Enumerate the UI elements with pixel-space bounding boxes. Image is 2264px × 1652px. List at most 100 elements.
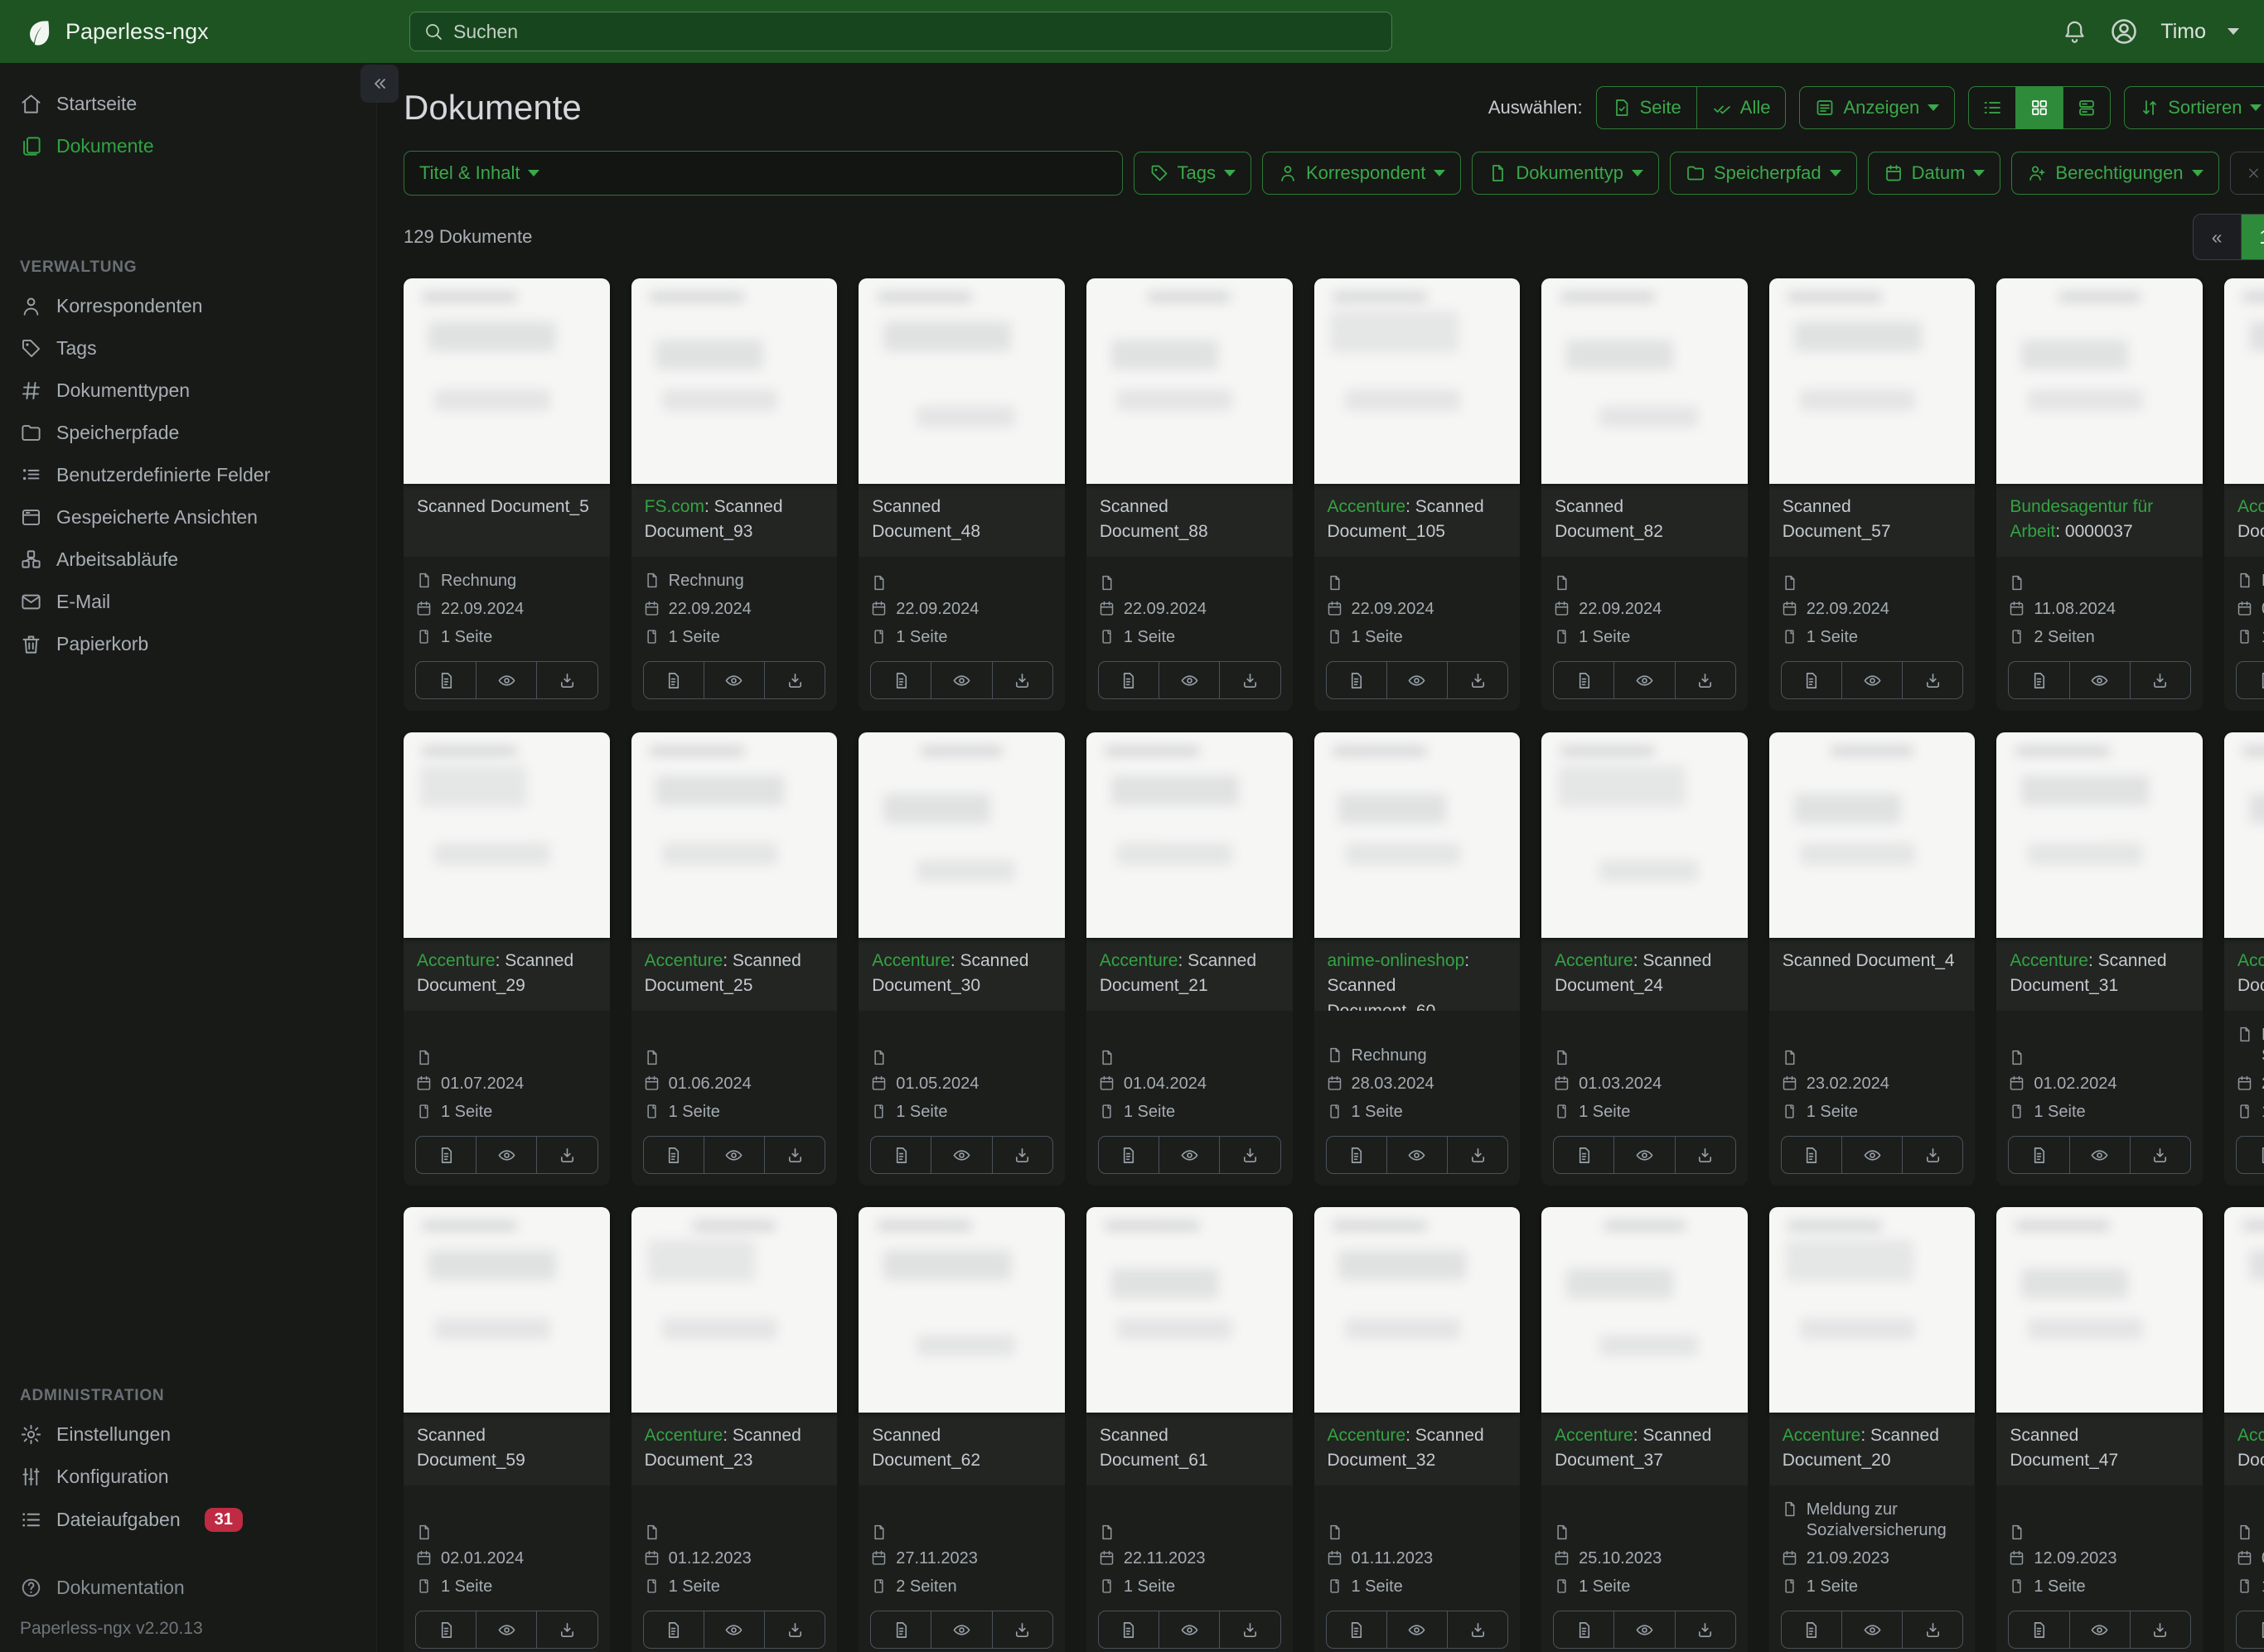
document-thumbnail[interactable]: [859, 278, 1065, 484]
document-title[interactable]: Accenture: Scanned Document_96: [2224, 484, 2264, 557]
document-title[interactable]: Scanned Document_62: [859, 1413, 1065, 1485]
sidebar-item-speicherpfade[interactable]: Speicherpfade: [0, 412, 376, 454]
document-thumbnail[interactable]: [1768, 1207, 1976, 1413]
document-title[interactable]: FS.com: Scanned Document_93: [631, 484, 838, 557]
pagination-prev[interactable]: «: [2194, 215, 2241, 259]
preview-button[interactable]: [476, 1611, 536, 1648]
preview-button[interactable]: [703, 662, 764, 698]
document-title[interactable]: Scanned Document_59: [404, 1413, 610, 1485]
details-button[interactable]: [416, 1137, 476, 1173]
download-button[interactable]: [991, 1137, 1052, 1173]
document-title[interactable]: Scanned Document_88: [1086, 484, 1293, 557]
document-thumbnail[interactable]: [2224, 1207, 2264, 1413]
document-thumbnail[interactable]: [1541, 1207, 1748, 1413]
sidebar-item-startseite[interactable]: Startseite: [0, 83, 376, 125]
search-input[interactable]: [453, 20, 1378, 43]
details-button[interactable]: [416, 662, 476, 698]
preview-button[interactable]: [476, 662, 536, 698]
download-button[interactable]: [1219, 1611, 1280, 1648]
preview-button[interactable]: [703, 1611, 764, 1648]
details-button[interactable]: [871, 662, 931, 698]
preview-button[interactable]: [1159, 1611, 1219, 1648]
download-button[interactable]: [1219, 1137, 1280, 1173]
correspondent-link[interactable]: Accenture: [1328, 497, 1406, 516]
document-card[interactable]: Accenture: Scanned Document_29 01.07.202…: [404, 732, 610, 1186]
document-title[interactable]: Accenture: Scanned Document_37: [1541, 1413, 1748, 1485]
document-thumbnail[interactable]: [1313, 278, 1521, 484]
details-button[interactable]: [1782, 1137, 1841, 1173]
details-button[interactable]: [2237, 662, 2264, 698]
correspondent-link[interactable]: Accenture: [417, 951, 496, 970]
date-filter-dropdown[interactable]: Datum: [1867, 152, 2001, 195]
preview-button[interactable]: [1159, 1137, 1219, 1173]
download-button[interactable]: [536, 1137, 597, 1173]
document-card[interactable]: Accenture: Scanned Document_24 01.03.202…: [1541, 732, 1748, 1186]
preview-button[interactable]: [1159, 662, 1219, 698]
preview-button[interactable]: [931, 1137, 991, 1173]
details-button[interactable]: [1782, 662, 1841, 698]
document-thumbnail[interactable]: [1086, 1207, 1293, 1413]
download-button[interactable]: [2129, 1137, 2190, 1173]
download-button[interactable]: [1674, 662, 1735, 698]
correspondent-link[interactable]: Accenture: [1328, 1426, 1406, 1445]
document-title[interactable]: Scanned Document_57: [1768, 484, 1976, 557]
document-title[interactable]: Accenture: Scanned Document_31: [1996, 938, 2203, 1011]
sidebar-item-tags[interactable]: Tags: [0, 327, 376, 370]
correspondent-link[interactable]: Accenture: [2010, 951, 2088, 970]
download-button[interactable]: [536, 662, 597, 698]
preview-button[interactable]: [1841, 1611, 1902, 1648]
download-button[interactable]: [764, 1611, 825, 1648]
document-title[interactable]: Accenture: Scanned Document_32: [1313, 1413, 1521, 1485]
document-title[interactable]: Accenture: Scanned Document_25: [631, 938, 838, 1011]
select-all-button[interactable]: Alle: [1696, 86, 1787, 129]
document-card[interactable]: Accenture: Scanned Document_22 01.09.202…: [2224, 1207, 2264, 1652]
preview-button[interactable]: [1613, 1137, 1674, 1173]
details-button[interactable]: [1327, 1137, 1386, 1173]
details-button[interactable]: [1554, 662, 1613, 698]
preview-button[interactable]: [931, 1611, 991, 1648]
details-button[interactable]: [644, 1611, 704, 1648]
document-card[interactable]: Scanned Document_5 Rechnung 22.09.2024 1…: [404, 278, 610, 711]
preview-button[interactable]: [476, 1137, 536, 1173]
details-button[interactable]: [644, 1137, 704, 1173]
details-button[interactable]: [2009, 1611, 2068, 1648]
document-thumbnail[interactable]: [404, 278, 610, 484]
download-button[interactable]: [764, 1137, 825, 1173]
document-title[interactable]: Accenture: Scanned Document_105: [1313, 484, 1521, 557]
document-thumbnail[interactable]: [1996, 278, 2203, 484]
details-button[interactable]: [1327, 662, 1386, 698]
user-avatar-icon[interactable]: [2109, 17, 2139, 46]
document-card[interactable]: Accenture: Scanned Document_21 01.04.202…: [1086, 732, 1293, 1186]
sidebar-item-dokumentation[interactable]: Dokumentation: [0, 1567, 376, 1609]
document-type-filter-dropdown[interactable]: Dokumenttyp: [1472, 152, 1659, 195]
document-title[interactable]: Scanned Document_47: [1996, 1413, 2203, 1485]
detail-view-button[interactable]: [2063, 86, 2112, 129]
document-title[interactable]: Accenture: Scanned Document_24: [1541, 938, 1748, 1011]
sidebar-item-arbeitsablaeufe[interactable]: Arbeitsabläufe: [0, 539, 376, 581]
correspondent-link[interactable]: Accenture: [645, 1426, 723, 1445]
correspondent-link[interactable]: Accenture: [1555, 1426, 1633, 1445]
sidebar-item-korrespondenten[interactable]: Korrespondenten: [0, 285, 376, 327]
document-card[interactable]: anime-onlineshop: Scanned Document_60 Re…: [1313, 732, 1521, 1186]
download-button[interactable]: [2129, 662, 2190, 698]
document-card[interactable]: Accenture: Scanned Document_105 22.09.20…: [1313, 278, 1521, 711]
document-card[interactable]: Scanned Document_61 22.11.2023 1 Seite: [1086, 1207, 1293, 1652]
document-thumbnail[interactable]: [1768, 278, 1976, 484]
details-button[interactable]: [1327, 1611, 1386, 1648]
download-button[interactable]: [1902, 1611, 1962, 1648]
sidebar-item-dokumenttypen[interactable]: Dokumenttypen: [0, 370, 376, 412]
preview-button[interactable]: [1613, 1611, 1674, 1648]
document-title[interactable]: Scanned Document_48: [859, 484, 1065, 557]
sidebar-item-einstellungen[interactable]: Einstellungen: [0, 1413, 376, 1456]
search-field-selector[interactable]: Titel & Inhalt: [404, 152, 554, 195]
document-thumbnail[interactable]: [2224, 732, 2264, 938]
document-thumbnail[interactable]: [631, 732, 838, 938]
notifications-bell-icon[interactable]: [2062, 19, 2087, 45]
document-card[interactable]: Accenture: Scanned Document_36 Meldung z…: [2224, 732, 2264, 1186]
correspondent-filter-dropdown[interactable]: Korrespondent: [1261, 152, 1462, 195]
document-thumbnail[interactable]: [2224, 278, 2264, 484]
document-title[interactable]: Accenture: Scanned Document_30: [859, 938, 1065, 1011]
document-card[interactable]: Scanned Document_62 27.11.2023 2 Seiten: [859, 1207, 1065, 1652]
document-card[interactable]: Scanned Document_4 23.02.2024 1 Seite: [1768, 732, 1976, 1186]
document-title[interactable]: Scanned Document_61: [1086, 1413, 1293, 1485]
